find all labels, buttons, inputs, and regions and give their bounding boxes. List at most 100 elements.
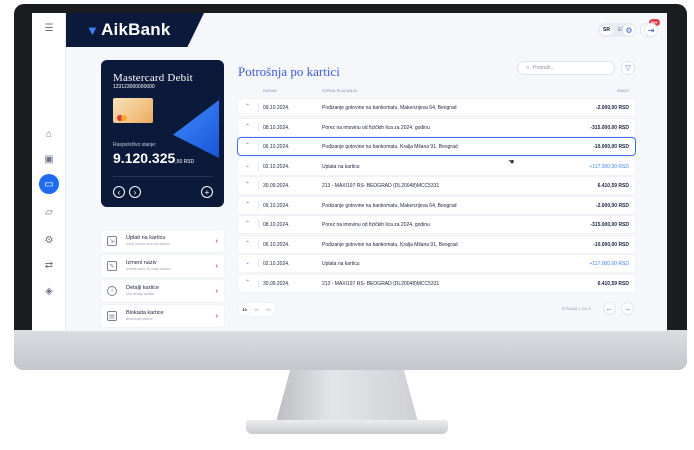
lang-sr[interactable]: SR xyxy=(600,25,613,35)
row-amount: +117.000,00 RSD xyxy=(589,163,629,170)
chevron-up-icon[interactable]: ⌃ xyxy=(245,123,250,130)
row-amount: +117.000,00 RSD xyxy=(589,261,629,267)
chevron-right-icon: › xyxy=(215,262,218,270)
row-date: 02.10.2024. xyxy=(263,261,290,267)
row-description: 213 - MAXI197 RS- BEOGRAD (DL20048)MCC53… xyxy=(322,183,440,189)
page-size-10[interactable]: 10 xyxy=(239,304,250,315)
row-description: Podizanje gotovine na bankomatu, Makenzi… xyxy=(322,202,457,209)
left-nav: ☰ ⌂ ▣ ▭ ▱ ⚙ ⇄ ◈ xyxy=(32,13,66,331)
gear-icon[interactable]: ⚙ xyxy=(622,23,636,37)
transactions-table: ⌃ 09.10.2024. Podizanje gotovine na bankom… xyxy=(238,99,635,294)
row-amount: 6.410,59 RSD xyxy=(597,183,629,189)
chevron-up-icon[interactable]: ⌃ xyxy=(245,220,250,227)
monitor-stand xyxy=(276,370,418,422)
row-amount: 6.410,59 RSD xyxy=(597,280,629,287)
table-row[interactable]: ⌄ 02.10.2024. Uplata na karticu +117.000,00… xyxy=(238,255,635,272)
tag-icon[interactable]: ◈ xyxy=(40,282,58,300)
balance-value: 9.120.325,50 RSD xyxy=(113,150,195,166)
info-icon: i xyxy=(107,286,117,296)
row-amount: -10.000,00 RSD xyxy=(593,241,629,248)
action-rename[interactable]: ✎ Izmeni naziv Izmeni naziv za svoju kart… xyxy=(101,255,224,277)
add-card-button[interactable]: + xyxy=(201,186,213,198)
table-row[interactable]: ⌃ 09.10.2024. Podizanje gotovine na bankom… xyxy=(238,196,635,214)
row-date: 09.10.2024. xyxy=(263,202,290,209)
row-amount: -2.000,00 RSD xyxy=(595,202,629,209)
row-date: 09.10.2024. xyxy=(263,105,290,111)
search-input[interactable]: ○ Pretraži... xyxy=(517,61,615,75)
action-details[interactable]: i Detalji kartice Vidi detalje kartice › xyxy=(101,280,224,302)
table-row[interactable]: ⌃ 08.10.2024. Porez na imovinu od fizičkih… xyxy=(238,118,635,136)
row-date: 30.09.2024. xyxy=(263,183,290,189)
chevron-up-icon[interactable]: ⌃ xyxy=(245,279,250,286)
block-card-icon: ▤ xyxy=(107,311,117,321)
row-date: 30.09.2024. xyxy=(263,280,290,287)
page-info: STRANA 1 OD 5 xyxy=(562,307,591,311)
chevron-up-icon[interactable]: ⌃ xyxy=(245,142,250,149)
next-page-button[interactable]: → xyxy=(621,302,634,315)
card-icon[interactable]: ▭ xyxy=(39,174,59,194)
row-date: 08.10.2024. xyxy=(263,222,290,228)
row-description: Podizanje gotovine na bankomatu, Kralja … xyxy=(322,241,458,248)
monitor-base xyxy=(246,420,448,434)
top-header: ▼AikBank SR EN ◔ 99+ xyxy=(66,13,667,47)
page-size-selector: 10 20 50 xyxy=(238,303,275,316)
table-row[interactable]: ⌄ 02.10.2024. Uplata na karticu +117.000,00… xyxy=(238,157,635,175)
app-screen: ☰ ⌂ ▣ ▭ ▱ ⚙ ⇄ ◈ ▼AikBank SR EN ◔ 99+ ⚙ ⇥… xyxy=(32,13,667,331)
card-panel: Mastercard Debit 123123000000000 Raspolo… xyxy=(101,60,224,207)
action-block[interactable]: ▤ Blokada kartice Blokiranje kartice › xyxy=(101,305,224,327)
chevron-up-icon[interactable]: ⌃ xyxy=(245,201,250,208)
table-row[interactable]: ⌃ 30.09.2024. 213 - MAXI197 RS- BEOGRAD (D… xyxy=(238,274,635,292)
row-date: 08.10.2024. xyxy=(263,124,290,131)
col-date: DATUM xyxy=(263,89,277,93)
action-deposit[interactable]: ⇲ Uplati na karticu Izvrši uplatu na svoj… xyxy=(101,230,224,252)
chevron-right-icon: › xyxy=(215,312,218,320)
filter-icon[interactable]: ▽ xyxy=(621,61,635,75)
logout-icon[interactable]: ⇥ xyxy=(644,23,658,37)
prev-page-button[interactable]: ← xyxy=(603,302,616,315)
menu-icon[interactable]: ☰ xyxy=(40,19,58,37)
row-date: 02.10.2024. xyxy=(263,163,290,170)
brand-name: AikBank xyxy=(101,20,171,39)
chevron-up-icon[interactable]: ⌃ xyxy=(245,103,250,110)
chevron-up-icon[interactable]: ⌃ xyxy=(245,240,250,247)
next-card-button[interactable]: › xyxy=(129,186,141,198)
table-row[interactable]: ⌃ 08.10.2024. Porez na imovinu od fizičkih… xyxy=(238,216,635,233)
deposit-icon: ⇲ xyxy=(107,236,117,246)
wallet-icon[interactable]: ▣ xyxy=(40,150,58,168)
row-amount: -10.000,00 RSD xyxy=(593,144,629,150)
row-amount: -315.000,00 RSD xyxy=(590,222,629,228)
brand-logo[interactable]: ▼ AikBank xyxy=(66,13,204,47)
table-row[interactable]: ⌃ 09.10.2024. Podizanje gotovine na bankom… xyxy=(238,99,635,116)
logo-mark-icon: ▼ xyxy=(86,22,100,38)
page-size-50[interactable]: 50 xyxy=(263,304,274,315)
settings-icon[interactable]: ⚙ xyxy=(40,231,58,249)
edit-icon: ✎ xyxy=(107,261,117,271)
table-row[interactable]: ⌃ 30.09.2024. 213 - MAXI197 RS- BEOGRAD (D… xyxy=(238,177,635,194)
row-description: Porez na imovinu od fizičkih lica za 202… xyxy=(322,222,430,228)
card-actions: ⇲ Uplati na karticu Izvrši uplatu na svoj… xyxy=(101,230,224,330)
card-image xyxy=(113,98,153,123)
chevron-down-icon[interactable]: ⌄ xyxy=(245,259,250,266)
row-description: 213 - MAXI197 RS- BEOGRAD (DL20048)MCC53… xyxy=(322,280,440,287)
chevron-down-icon[interactable]: ⌄ xyxy=(245,162,250,169)
page-size-20[interactable]: 20 xyxy=(251,304,262,315)
search-icon: ○ xyxy=(526,65,530,71)
page-title: Potrošnja po kartici xyxy=(238,64,340,79)
chevron-right-icon: › xyxy=(215,237,218,245)
transfer-icon[interactable]: ⇄ xyxy=(40,256,58,274)
table-row[interactable]: ⌃ 06.10.2024. Podizanje gotovine na bankom… xyxy=(238,235,635,253)
folder-icon[interactable]: ▱ xyxy=(40,203,58,221)
row-amount: -315.000,00 RSD xyxy=(590,124,629,131)
row-amount: -2.000,00 RSD xyxy=(595,105,629,111)
row-description: Uplata na karticu xyxy=(322,261,360,267)
row-description: Podizanje gotovine na bankomatu, Makenzi… xyxy=(322,105,457,111)
monitor-chin xyxy=(14,330,687,370)
row-description: Porez na imovinu od fizičkih lica za 202… xyxy=(322,124,430,131)
row-date: 06.10.2024. xyxy=(263,241,290,248)
home-icon[interactable]: ⌂ xyxy=(40,125,58,143)
table-row[interactable]: ⌃ 06.10.2024. Podizanje gotovine na bankom… xyxy=(238,138,635,155)
prev-card-button[interactable]: ‹ xyxy=(113,186,125,198)
chevron-up-icon[interactable]: ⌃ xyxy=(245,181,250,188)
col-amount: IZNOS xyxy=(616,89,629,93)
row-description: Podizanje gotovine na bankomatu, Kralja … xyxy=(322,144,458,150)
